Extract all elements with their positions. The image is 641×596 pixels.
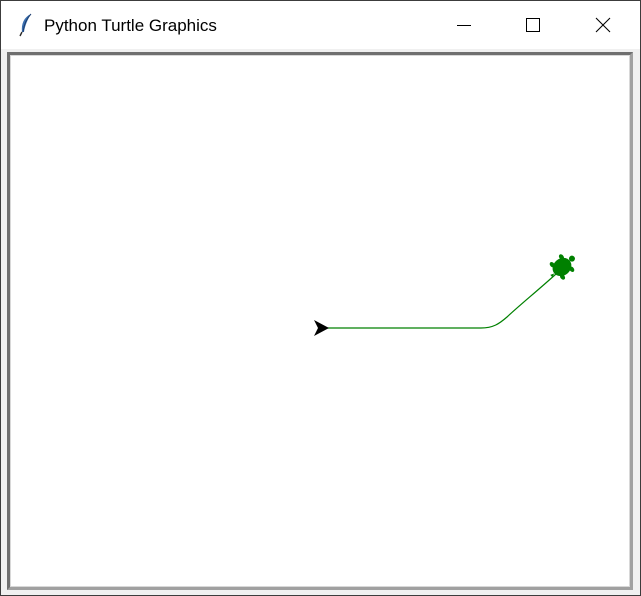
close-icon xyxy=(595,17,611,33)
pen-trail xyxy=(320,273,557,329)
turtle-drawing xyxy=(314,254,575,336)
turtle-canvas-frame xyxy=(7,52,633,590)
turtle-canvas[interactable] xyxy=(10,55,630,587)
minimize-button[interactable] xyxy=(441,1,487,49)
title-bar[interactable]: Python Turtle Graphics xyxy=(1,1,640,49)
maximize-icon xyxy=(525,17,541,33)
window-title: Python Turtle Graphics xyxy=(44,16,217,35)
close-button[interactable] xyxy=(580,1,626,49)
turtle-window: Python Turtle Graphics xyxy=(0,0,641,596)
arrow-turtle xyxy=(314,320,329,336)
minimize-icon xyxy=(456,17,472,33)
maximize-button[interactable] xyxy=(510,1,556,49)
tk-feather-icon xyxy=(17,13,35,37)
